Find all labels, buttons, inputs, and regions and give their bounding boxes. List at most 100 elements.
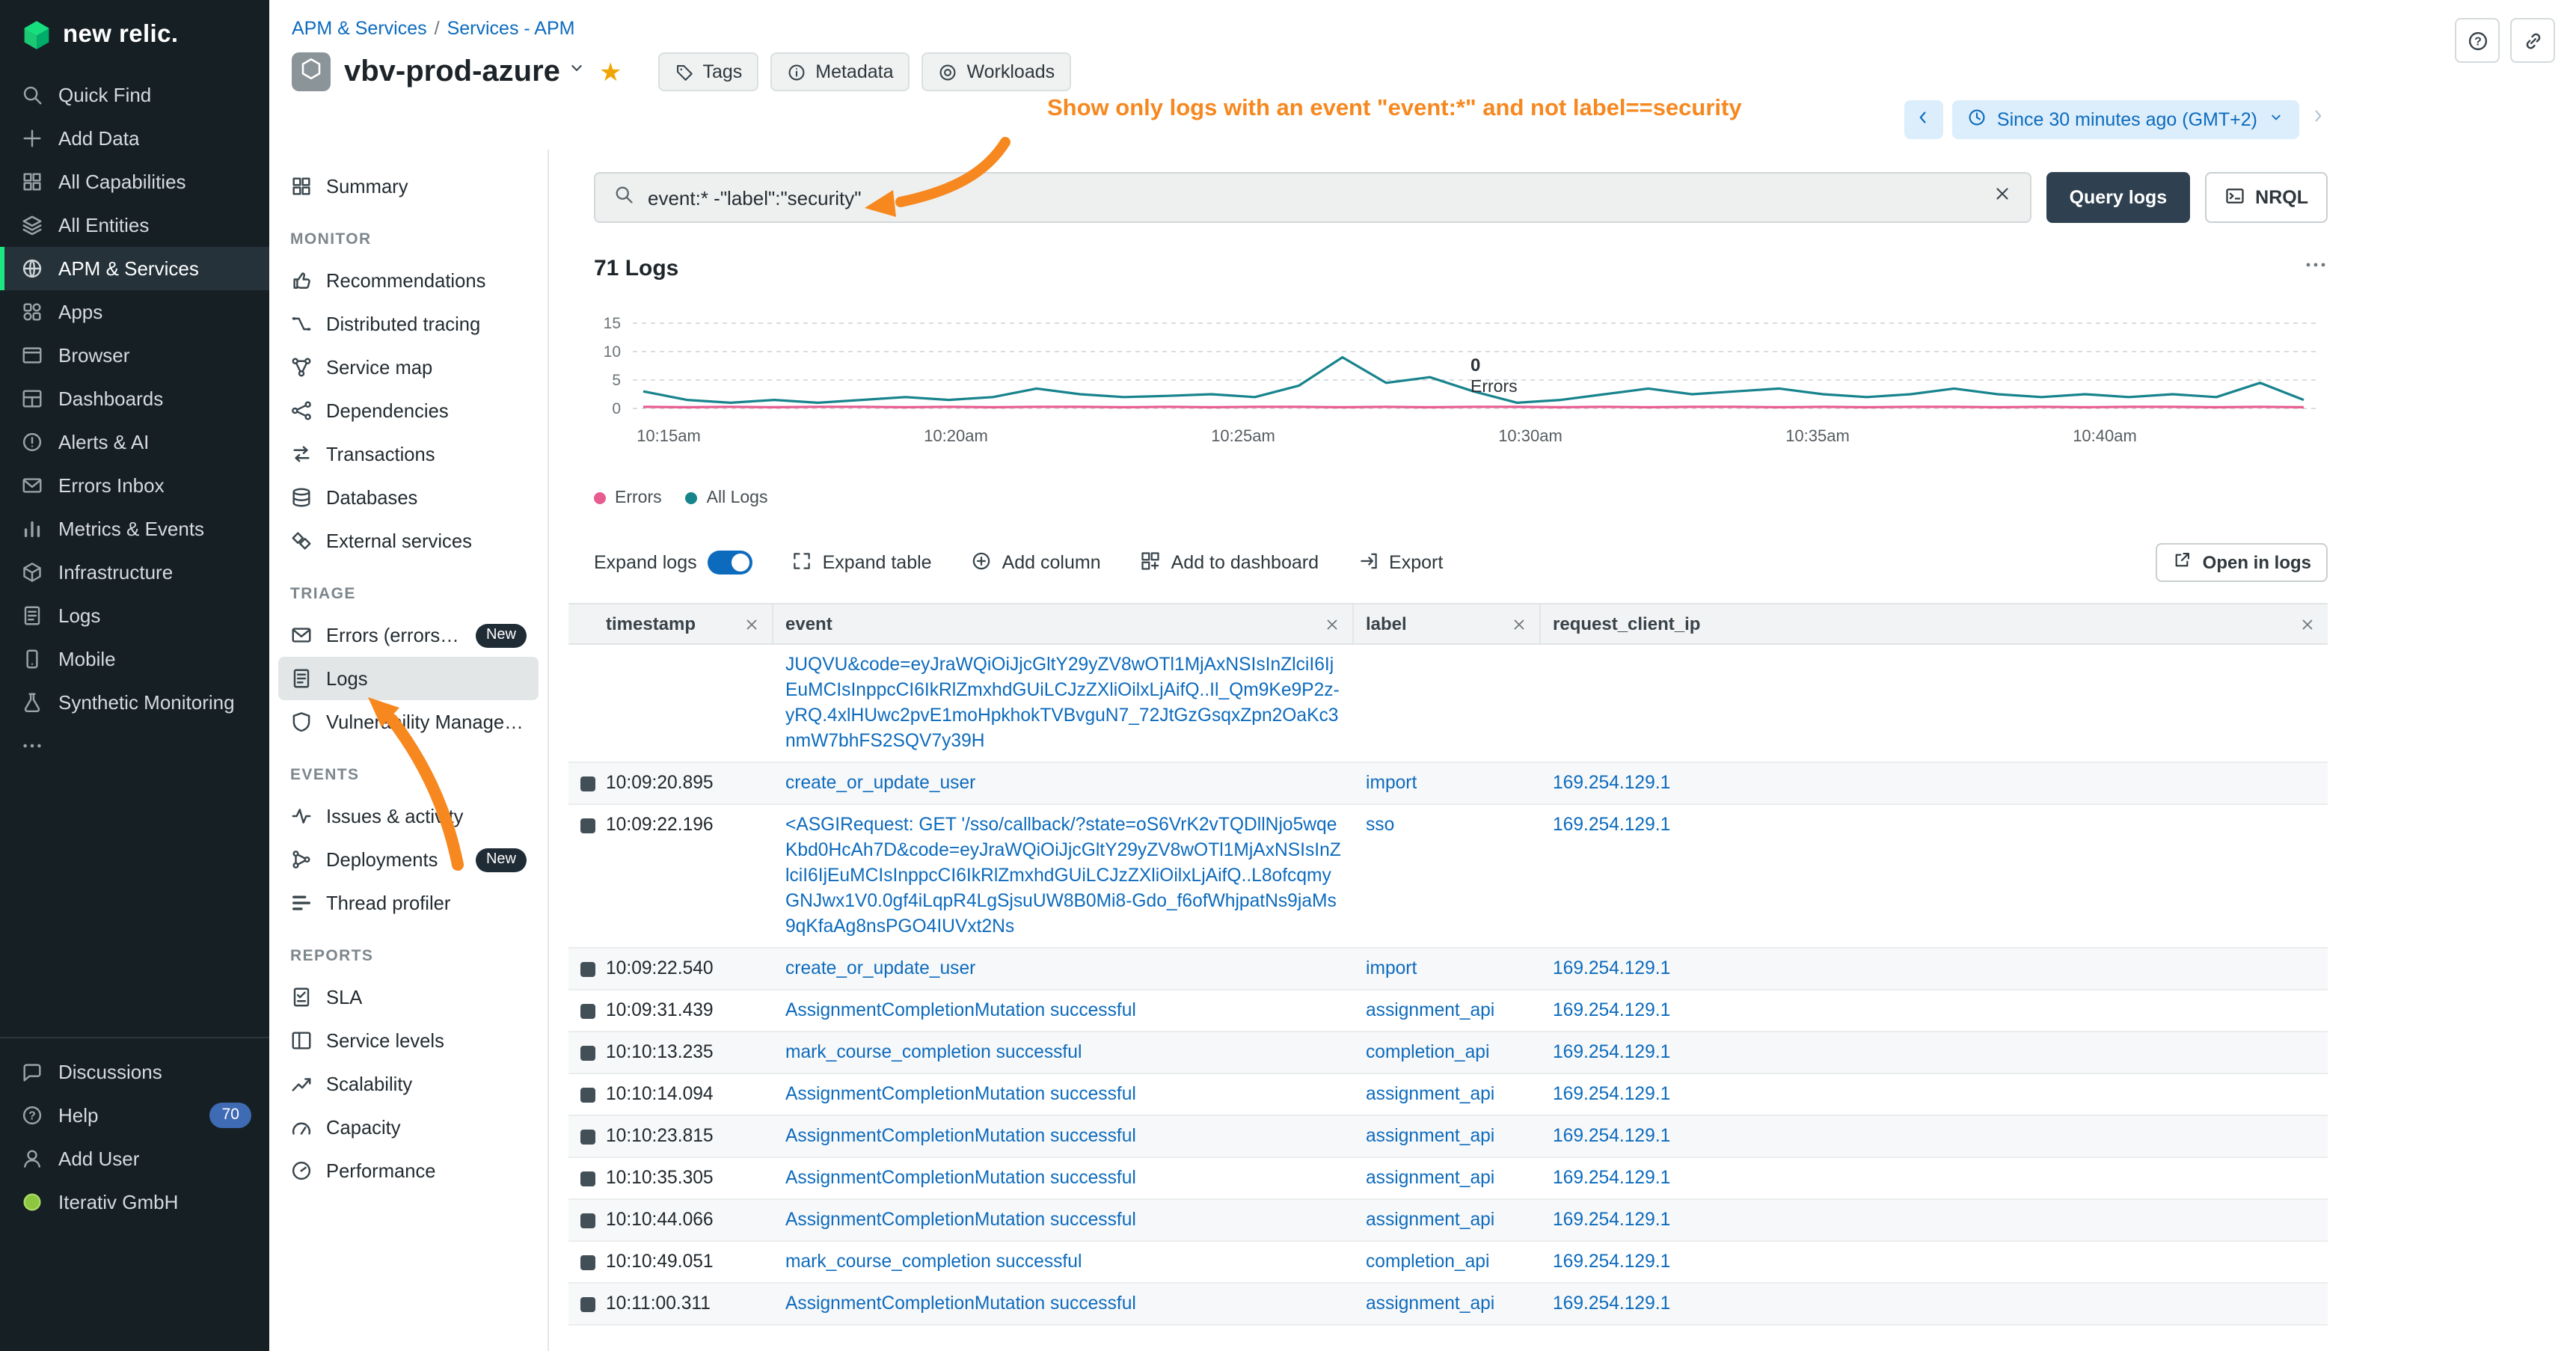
subnav-item-vulnerability-management[interactable]: Vulnerability Management: [278, 700, 539, 744]
request_client_ip-link[interactable]: 169.254.129.1: [1553, 814, 1670, 835]
event-link[interactable]: AssignmentCompletionMutation successful: [785, 1083, 1136, 1104]
label-link[interactable]: assignment_api: [1366, 1083, 1494, 1104]
sidebar-item-all-entities[interactable]: All Entities: [0, 203, 269, 247]
log-row[interactable]: 10:09:31.439AssignmentCompletionMutation…: [568, 990, 2328, 1032]
subnav-item-sla[interactable]: SLA: [278, 975, 539, 1019]
add-column-button[interactable]: Add column: [971, 550, 1101, 575]
event-link[interactable]: AssignmentCompletionMutation successful: [785, 1125, 1136, 1146]
time-picker[interactable]: Since 30 minutes ago (GMT+2): [1952, 100, 2299, 139]
remove-column-button[interactable]: [743, 616, 760, 632]
link-button[interactable]: [2510, 18, 2555, 63]
column-header-request-client-ip[interactable]: request_client_ip: [1541, 604, 2328, 643]
subnav-item-performance[interactable]: Performance: [278, 1149, 539, 1192]
log-row[interactable]: 10:09:22.196<ASGIRequest: GET '/sso/call…: [568, 805, 2328, 949]
legend-item-errors[interactable]: Errors: [594, 489, 662, 507]
sidebar-item-help[interactable]: ?Help70: [0, 1094, 269, 1137]
open-in-logs-button[interactable]: Open in logs: [2156, 543, 2328, 582]
log-entry-icon[interactable]: [580, 961, 595, 976]
request_client_ip-link[interactable]: 169.254.129.1: [1553, 1083, 1670, 1104]
subnav-item-issues-activity[interactable]: Issues & activity: [278, 794, 539, 838]
label-link[interactable]: import: [1366, 772, 1417, 793]
sidebar-item-mobile[interactable]: Mobile: [0, 637, 269, 681]
log-row[interactable]: 10:10:44.066AssignmentCompletionMutation…: [568, 1200, 2328, 1242]
label-link[interactable]: assignment_api: [1366, 999, 1494, 1020]
query-logs-button[interactable]: Query logs: [2047, 172, 2190, 223]
subnav-item-recommendations[interactable]: Recommendations: [278, 259, 539, 302]
entity-switcher-caret[interactable]: [568, 58, 587, 85]
log-entry-icon[interactable]: [580, 1296, 595, 1311]
query-input[interactable]: [648, 186, 1980, 209]
event-link[interactable]: AssignmentCompletionMutation successful: [785, 1293, 1136, 1314]
expand-table-button[interactable]: Expand table: [791, 550, 932, 575]
sidebar-item-logs[interactable]: Logs: [0, 594, 269, 637]
label-link[interactable]: assignment_api: [1366, 1209, 1494, 1230]
event-link[interactable]: create_or_update_user: [785, 772, 975, 793]
request_client_ip-link[interactable]: 169.254.129.1: [1553, 1209, 1670, 1230]
sidebar-item-more[interactable]: [0, 724, 269, 768]
subnav-item-service-map[interactable]: Service map: [278, 346, 539, 389]
export-button[interactable]: Export: [1358, 550, 1443, 575]
label-link[interactable]: completion_api: [1366, 1251, 1489, 1272]
label-link[interactable]: completion_api: [1366, 1041, 1489, 1062]
sidebar-item-apm-services[interactable]: APM & Services: [0, 247, 269, 290]
sidebar-item-all-capabilities[interactable]: All Capabilities: [0, 160, 269, 203]
legend-item-all-logs[interactable]: All Logs: [686, 489, 768, 507]
sidebar-item-browser[interactable]: Browser: [0, 334, 269, 377]
request_client_ip-link[interactable]: 169.254.129.1: [1553, 1251, 1670, 1272]
request_client_ip-link[interactable]: 169.254.129.1: [1553, 958, 1670, 978]
request_client_ip-link[interactable]: 169.254.129.1: [1553, 1293, 1670, 1314]
log-row[interactable]: 10:09:20.895create_or_update_userimport1…: [568, 763, 2328, 805]
subnav-item-thread-profiler[interactable]: Thread profiler: [278, 881, 539, 925]
request_client_ip-link[interactable]: 169.254.129.1: [1553, 999, 1670, 1020]
sidebar-item-infrastructure[interactable]: Infrastructure: [0, 551, 269, 594]
event-link[interactable]: JUQVU&code=eyJraWQiOiJjcGltY29yZV8wOTl1M…: [785, 654, 1340, 751]
label-link[interactable]: assignment_api: [1366, 1167, 1494, 1188]
request_client_ip-link[interactable]: 169.254.129.1: [1553, 1041, 1670, 1062]
sidebar-item-alerts-ai[interactable]: Alerts & AI: [0, 420, 269, 464]
event-link[interactable]: mark_course_completion successful: [785, 1251, 1082, 1272]
subnav-item-distributed-tracing[interactable]: Distributed tracing: [278, 302, 539, 346]
log-entry-icon[interactable]: [580, 776, 595, 791]
sidebar-item-errors-inbox[interactable]: Errors Inbox: [0, 464, 269, 507]
log-entry-icon[interactable]: [580, 1003, 595, 1018]
log-row[interactable]: 10:10:35.305AssignmentCompletionMutation…: [568, 1158, 2328, 1200]
subnav-item-logs[interactable]: Logs: [278, 657, 539, 700]
label-link[interactable]: assignment_api: [1366, 1293, 1494, 1314]
event-link[interactable]: mark_course_completion successful: [785, 1041, 1082, 1062]
remove-column-button[interactable]: [1511, 616, 1527, 632]
sidebar-item-metrics-events[interactable]: Metrics & Events: [0, 507, 269, 551]
log-entry-icon[interactable]: [580, 1045, 595, 1060]
subnav-item-errors-errors-inb[interactable]: Errors (errors inb...New: [278, 613, 539, 657]
sidebar-item-add-data[interactable]: Add Data: [0, 117, 269, 160]
clear-query-button[interactable]: [1993, 184, 2013, 211]
log-row[interactable]: 10:10:49.051mark_course_completion succe…: [568, 1242, 2328, 1284]
sidebar-item-quick-find[interactable]: Quick Find: [0, 73, 269, 117]
expand-logs-toggle[interactable]: [708, 551, 752, 575]
log-row[interactable]: 10:10:23.815AssignmentCompletionMutation…: [568, 1116, 2328, 1158]
column-header-label[interactable]: label: [1354, 604, 1541, 643]
log-entry-icon[interactable]: [580, 818, 595, 833]
subnav-item-external-services[interactable]: External services: [278, 519, 539, 563]
time-back-button[interactable]: [1904, 100, 1943, 139]
column-header-timestamp[interactable]: timestamp: [568, 604, 773, 643]
time-forward-button[interactable]: [2308, 106, 2328, 133]
request_client_ip-link[interactable]: 169.254.129.1: [1553, 772, 1670, 793]
log-row[interactable]: 10:09:22.540create_or_update_userimport1…: [568, 949, 2328, 990]
event-link[interactable]: AssignmentCompletionMutation successful: [785, 1167, 1136, 1188]
column-header-event[interactable]: event: [773, 604, 1354, 643]
log-row[interactable]: JUQVU&code=eyJraWQiOiJjcGltY29yZV8wOTl1M…: [568, 645, 2328, 763]
log-search-box[interactable]: [594, 172, 2032, 223]
subnav-item-deployments[interactable]: DeploymentsNew: [278, 838, 539, 881]
breadcrumb-apm-services[interactable]: APM & Services: [292, 18, 427, 39]
sidebar-item-discussions[interactable]: Discussions: [0, 1050, 269, 1094]
subnav-item-capacity[interactable]: Capacity: [278, 1106, 539, 1149]
sidebar-item-apps[interactable]: Apps: [0, 290, 269, 334]
log-entry-icon[interactable]: [580, 1171, 595, 1186]
log-entry-icon[interactable]: [580, 1129, 595, 1144]
remove-column-button[interactable]: [1324, 616, 1340, 632]
event-link[interactable]: AssignmentCompletionMutation successful: [785, 1209, 1136, 1230]
log-entry-icon[interactable]: [580, 1087, 595, 1102]
event-link[interactable]: AssignmentCompletionMutation successful: [785, 999, 1136, 1020]
help-circle-button[interactable]: ?: [2455, 18, 2500, 63]
subnav-item-service-levels[interactable]: Service levels: [278, 1019, 539, 1062]
